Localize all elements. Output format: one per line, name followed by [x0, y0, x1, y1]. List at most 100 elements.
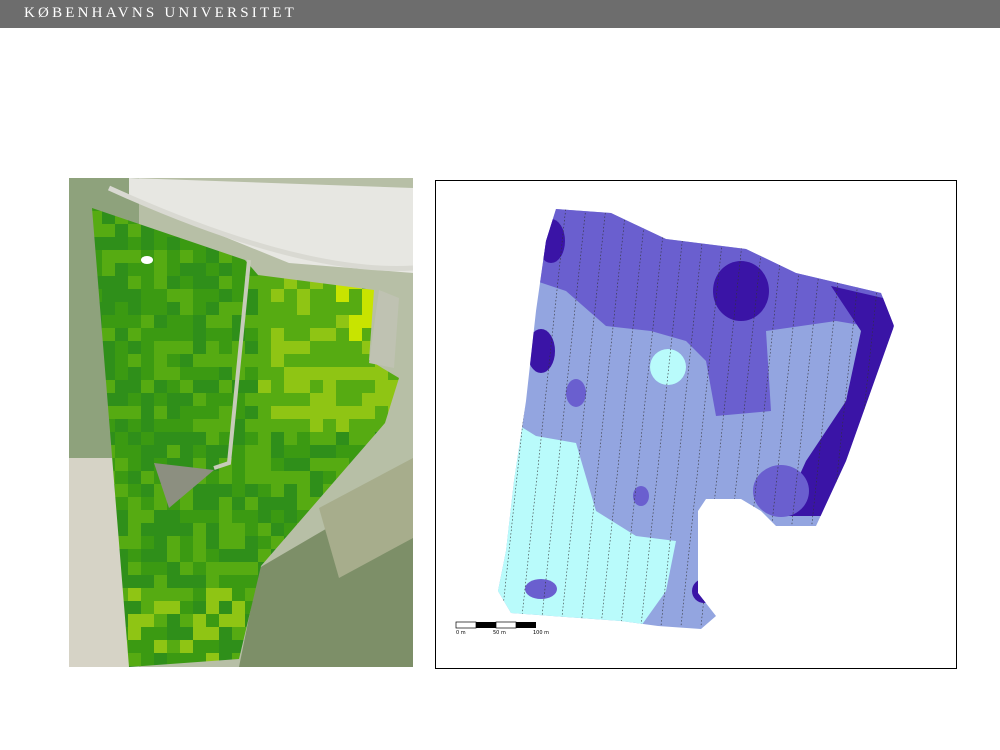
vegetation-cell — [375, 406, 388, 419]
vegetation-cell — [336, 354, 349, 367]
vegetation-cell — [284, 419, 297, 432]
vegetation-cell — [310, 393, 323, 406]
vegetation-cell — [219, 471, 232, 484]
vegetation-cell — [336, 341, 349, 354]
vegetation-cell — [141, 341, 154, 354]
vegetation-cell — [258, 341, 271, 354]
vegetation-cell — [245, 562, 258, 575]
vegetation-cell — [128, 367, 141, 380]
vegetation-cell — [141, 393, 154, 406]
vegetation-cell — [206, 276, 219, 289]
vegetation-cell — [362, 393, 375, 406]
vegetation-cell — [245, 380, 258, 393]
vegetation-cell — [232, 471, 245, 484]
vegetation-cell — [128, 341, 141, 354]
vegetation-cell — [284, 458, 297, 471]
vegetation-cell — [141, 419, 154, 432]
vegetation-cell — [323, 393, 336, 406]
vegetation-cell — [271, 289, 284, 302]
vegetation-cell — [141, 640, 154, 653]
vegetation-cell — [362, 406, 375, 419]
vegetation-cell — [310, 484, 323, 497]
vegetation-cell — [284, 445, 297, 458]
vegetation-cell — [232, 536, 245, 549]
vegetation-cell — [219, 510, 232, 523]
vegetation-cell — [219, 276, 232, 289]
vegetation-cell — [336, 406, 349, 419]
vegetation-cell — [206, 354, 219, 367]
vegetation-cell — [141, 276, 154, 289]
vegetation-cell — [141, 354, 154, 367]
vegetation-cell — [167, 575, 180, 588]
vegetation-cell — [258, 419, 271, 432]
vegetation-cell — [206, 341, 219, 354]
vegetation-cell — [193, 640, 206, 653]
vegetation-cell — [154, 341, 167, 354]
vegetation-cell — [297, 393, 310, 406]
vegetation-cell — [297, 341, 310, 354]
vegetation-cell — [206, 497, 219, 510]
vegetation-cell — [336, 367, 349, 380]
vegetation-cell — [193, 497, 206, 510]
vegetation-cell — [271, 471, 284, 484]
vegetation-cell — [167, 640, 180, 653]
vegetation-cell — [349, 406, 362, 419]
vegetation-cell — [258, 458, 271, 471]
vegetation-cell — [232, 601, 245, 614]
vegetation-cell — [141, 562, 154, 575]
vegetation-cell — [258, 471, 271, 484]
university-title: KØBENHAVNS UNIVERSITET — [24, 5, 298, 21]
vegetation-cell — [297, 315, 310, 328]
vegetation-cell — [180, 289, 193, 302]
vegetation-cell — [271, 432, 284, 445]
vegetation-cell — [284, 328, 297, 341]
vegetation-cell — [271, 445, 284, 458]
vegetation-cell — [167, 354, 180, 367]
vegetation-cell — [180, 627, 193, 640]
vegetation-cell — [141, 237, 154, 250]
vegetation-cell — [128, 497, 141, 510]
vegetation-cell — [284, 406, 297, 419]
vegetation-cell — [141, 367, 154, 380]
vegetation-cell — [128, 237, 141, 250]
vegetation-cell — [349, 419, 362, 432]
vegetation-cell — [206, 523, 219, 536]
vegetation-cell — [219, 419, 232, 432]
vegetation-cell — [323, 315, 336, 328]
zone-high-small — [566, 379, 586, 407]
vegetation-cell — [232, 614, 245, 627]
vegetation-cell — [349, 380, 362, 393]
vegetation-cell — [219, 575, 232, 588]
vegetation-cell — [180, 640, 193, 653]
vegetation-cell — [154, 276, 167, 289]
vegetation-cell — [297, 289, 310, 302]
satellite-map — [69, 178, 413, 667]
vegetation-cell — [258, 536, 271, 549]
vegetation-cell — [323, 419, 336, 432]
vegetation-cell — [115, 406, 128, 419]
vegetation-cell — [180, 419, 193, 432]
vegetation-cell — [284, 315, 297, 328]
vegetation-cell — [245, 458, 258, 471]
vegetation-cell — [167, 432, 180, 445]
vegetation-cell — [206, 328, 219, 341]
vegetation-cell — [128, 614, 141, 627]
vegetation-cell — [128, 458, 141, 471]
vegetation-cell — [167, 289, 180, 302]
vegetation-cell — [128, 419, 141, 432]
vegetation-cell — [115, 341, 128, 354]
vegetation-cell — [141, 302, 154, 315]
vegetation-cell — [271, 380, 284, 393]
vegetation-cell — [245, 575, 258, 588]
vegetation-cell — [180, 406, 193, 419]
vegetation-cell — [180, 250, 193, 263]
vegetation-cell — [336, 289, 349, 302]
vegetation-cell — [115, 328, 128, 341]
vegetation-cell — [232, 263, 245, 276]
vegetation-cell — [128, 627, 141, 640]
vegetation-cell — [258, 393, 271, 406]
vegetation-cell — [154, 354, 167, 367]
vegetation-cell — [154, 549, 167, 562]
vegetation-cell — [323, 289, 336, 302]
vegetation-cell — [310, 406, 323, 419]
